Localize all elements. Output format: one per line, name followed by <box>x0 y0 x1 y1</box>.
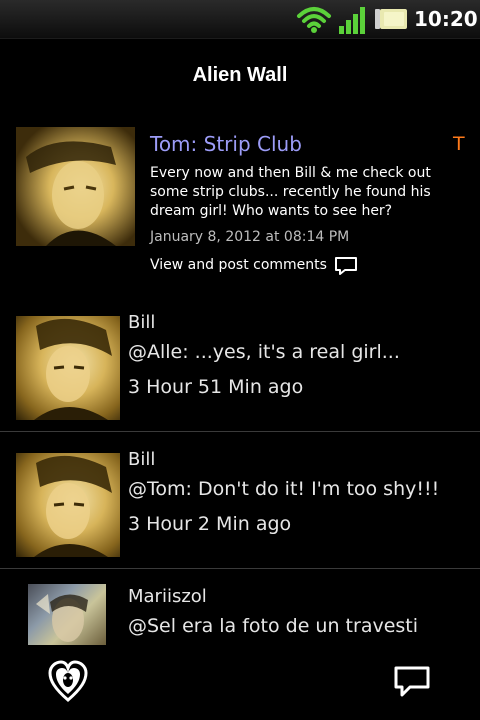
list-item[interactable]: Bill @Tom: Don't do it! I'm too shy!!! 3… <box>0 431 480 567</box>
heart-logo-icon[interactable] <box>48 660 88 704</box>
wifi-icon <box>297 7 331 33</box>
portrait-image <box>34 318 112 420</box>
list-item[interactable]: Bill @Alle: ...yes, it's a real girl... … <box>0 294 480 430</box>
portrait-image <box>16 127 135 246</box>
post-title[interactable]: Tom: Strip Club <box>150 130 440 158</box>
featured-post[interactable]: Tom: Strip Club T Every now and then Bil… <box>0 110 480 288</box>
portrait-image <box>36 594 88 642</box>
page-title: Alien Wall <box>192 64 288 86</box>
bottom-bar <box>0 645 480 720</box>
view-comments-label: View and post comments <box>150 257 327 273</box>
comment-author: Bill <box>128 449 156 470</box>
comment-avatar <box>28 584 106 645</box>
comment-avatar <box>16 453 120 557</box>
view-comments-link[interactable]: View and post comments <box>150 253 360 277</box>
comment-message: @Alle: ...yes, it's a real girl... <box>128 341 400 363</box>
comment-time: 3 Hour 51 Min ago <box>128 376 304 398</box>
comment-icon <box>335 257 357 275</box>
comment-author: Bill <box>128 312 156 333</box>
comment-message: @Sel era la foto de un travesti <box>128 615 419 637</box>
clock: 10:20 <box>414 7 478 31</box>
portrait-image <box>34 455 112 557</box>
signal-icon <box>339 7 365 34</box>
post-date: January 8, 2012 at 08:14 PM <box>150 229 350 245</box>
list-item[interactable]: Mariiszol @Sel era la foto de un travest… <box>0 568 480 645</box>
battery-icon <box>375 9 407 29</box>
comment-avatar <box>16 316 120 420</box>
post-marker: T <box>453 133 465 155</box>
comment-time: 3 Hour 2 Min ago <box>128 513 292 535</box>
status-bar: 10:20 <box>0 0 480 39</box>
chat-icon[interactable] <box>393 665 431 699</box>
post-body: Every now and then Bill & me check out s… <box>150 165 431 219</box>
comment-author: Mariiszol <box>128 586 207 607</box>
comment-message: @Tom: Don't do it! I'm too shy!!! <box>128 478 440 500</box>
post-avatar[interactable] <box>16 127 135 246</box>
